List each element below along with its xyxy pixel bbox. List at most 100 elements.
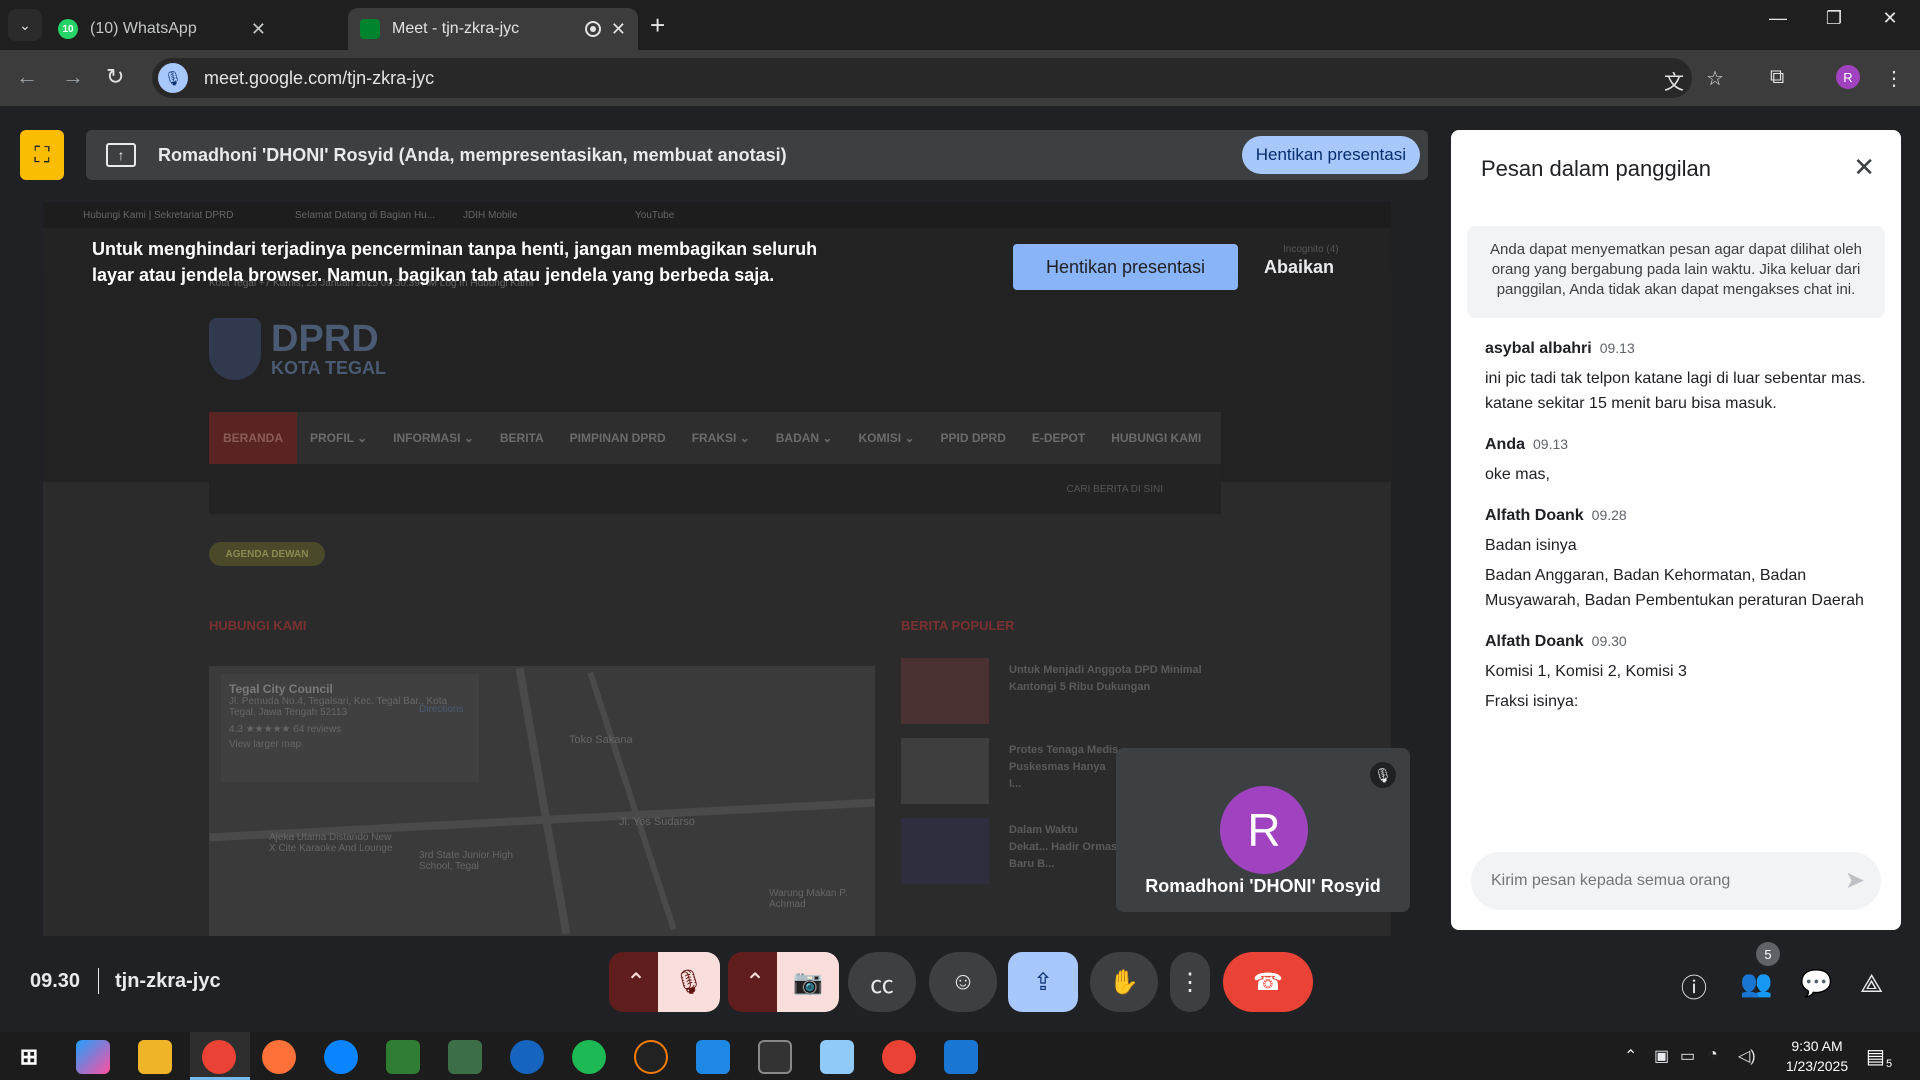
send-icon[interactable]: ➤ bbox=[1845, 866, 1865, 895]
message-text: Badan isinya bbox=[1485, 537, 1577, 554]
edge-icon[interactable] bbox=[324, 1040, 358, 1074]
popular-news-item: Untuk Menjadi Anggota DPD Minimal Kanton… bbox=[901, 658, 1221, 738]
emblem-icon bbox=[209, 318, 261, 380]
present-now-button[interactable]: ⇪ bbox=[1008, 952, 1078, 1012]
close-tab-icon[interactable]: ✕ bbox=[611, 19, 626, 40]
close-window-button[interactable]: ✕ bbox=[1870, 8, 1910, 29]
presentation-banner-text: Romadhoni 'DHONI' Rosyid (Anda, memprese… bbox=[158, 144, 787, 165]
copilot-icon[interactable] bbox=[76, 1040, 110, 1074]
message-text: Fraksi isinya: bbox=[1485, 693, 1579, 710]
self-video-tile[interactable]: R 🎙 Romadhoni 'DHONI' Rosyid bbox=[1116, 748, 1410, 912]
message-sender: asybal albahri bbox=[1485, 340, 1592, 357]
spreadsheet-app-icon[interactable] bbox=[386, 1040, 420, 1074]
stop-presenting-button[interactable]: Hentikan presentasi bbox=[1241, 136, 1420, 174]
translate-icon[interactable]: 文 bbox=[1664, 66, 1684, 95]
video-options-button[interactable]: ⌃ bbox=[728, 952, 782, 1012]
microphone-toggle-button[interactable]: 🎙 bbox=[658, 952, 720, 1012]
leave-call-button[interactable]: ☎ bbox=[1223, 952, 1313, 1012]
chat-panel: Pesan dalam panggilan ✕ Anda dapat menye… bbox=[1451, 130, 1901, 930]
reactions-button[interactable]: ☺ bbox=[929, 952, 997, 1012]
message-text: Badan Anggaran, Badan Kehormatan, Badan … bbox=[1485, 567, 1864, 609]
mic-muted-icon: 🎙 bbox=[1370, 762, 1396, 788]
captions-icon: ㏄ bbox=[870, 971, 894, 999]
restore-button[interactable]: ❐ bbox=[1814, 8, 1854, 29]
recording-icon bbox=[584, 21, 601, 37]
close-tab-icon[interactable]: ✕ bbox=[251, 19, 266, 40]
more-options-button[interactable]: ⋮ bbox=[1170, 952, 1210, 1012]
map-label: 3rd State Junior High School, Tegal bbox=[419, 850, 513, 872]
notes-app-icon[interactable] bbox=[820, 1040, 854, 1074]
chat-title: Pesan dalam panggilan bbox=[1481, 156, 1711, 181]
minimize-button[interactable]: — bbox=[1758, 8, 1798, 29]
spotify-icon[interactable] bbox=[572, 1040, 606, 1074]
profile-avatar[interactable]: R bbox=[1836, 65, 1860, 89]
app-icon[interactable] bbox=[634, 1040, 668, 1074]
file-explorer-icon[interactable] bbox=[138, 1040, 172, 1074]
close-icon[interactable]: ✕ bbox=[1853, 152, 1875, 183]
agenda-badge: AGENDA DEWAN bbox=[209, 542, 325, 566]
warning-stop-presenting-button[interactable]: Hentikan presentasi bbox=[1013, 244, 1238, 290]
extensions-icon[interactable]: ⧉ bbox=[1770, 66, 1784, 89]
chat-message: Anda 09.13 oke mas, bbox=[1485, 436, 1875, 487]
file-manager-icon[interactable] bbox=[448, 1040, 482, 1074]
raise-hand-button[interactable]: ✋ bbox=[1090, 952, 1158, 1012]
captions-button[interactable]: ㏄ bbox=[848, 952, 916, 1012]
chat-message-input[interactable] bbox=[1491, 868, 1811, 894]
address-bar[interactable]: 🎙 meet.google.com/tjn-zkra-jyc bbox=[152, 58, 1692, 98]
chevron-down-icon: ⌄ bbox=[19, 16, 31, 33]
meeting-controls: 09.30 tjn-zkra-jyc ⌃ 🎙 ⌃ 📷 ㏄ ☺ ⇪ ✋ ⋮ ☎ ⓘ… bbox=[0, 940, 1920, 1012]
reload-button[interactable]: ↻ bbox=[106, 64, 124, 90]
device-icon[interactable]: ▣ bbox=[1654, 1046, 1669, 1066]
rdp-app-icon[interactable] bbox=[696, 1040, 730, 1074]
menu-kebab-icon[interactable]: ⋮ bbox=[1884, 66, 1904, 91]
activities-icon[interactable]: ⟁ bbox=[1860, 968, 1883, 1000]
logo-subtitle: KOTA TEGAL bbox=[271, 357, 386, 378]
back-button[interactable]: ← bbox=[16, 64, 38, 90]
warning-ignore-button[interactable]: Abaikan bbox=[1264, 244, 1334, 290]
meeting-details-icon[interactable]: ⓘ bbox=[1681, 968, 1707, 1005]
mic-off-icon: 🎙 bbox=[673, 968, 705, 996]
camera-toggle-button[interactable]: 📷 bbox=[777, 952, 839, 1012]
message-sender: Alfath Doank bbox=[1485, 633, 1584, 650]
firefox-icon[interactable] bbox=[262, 1040, 296, 1074]
contact-heading: HUBUNGI KAMI bbox=[209, 618, 307, 633]
shared-tab: Selamat Datang di Bagian Hu... bbox=[295, 210, 436, 221]
bookmark-star-icon[interactable]: ☆ bbox=[1706, 66, 1724, 91]
new-tab-button[interactable]: + bbox=[650, 10, 665, 41]
phone-hangup-icon: ☎ bbox=[1253, 968, 1283, 996]
tab-whatsapp[interactable]: 10 (10) WhatsApp ✕ bbox=[46, 8, 278, 50]
maps-icon[interactable] bbox=[510, 1040, 544, 1074]
tab-meet[interactable]: Meet - tjn-zkra-jyc ✕ bbox=[348, 8, 638, 50]
notification-icon[interactable]: ▤ bbox=[1866, 1044, 1885, 1069]
audio-options-button[interactable]: ⌃ bbox=[609, 952, 663, 1012]
map-road bbox=[515, 667, 571, 935]
microphone-icon[interactable]: 🎙 bbox=[158, 63, 188, 93]
terminal-icon[interactable] bbox=[758, 1040, 792, 1074]
layers-app-icon[interactable] bbox=[944, 1040, 978, 1074]
chrome-icon[interactable] bbox=[202, 1040, 236, 1074]
system-clock[interactable]: 9:30 AM 1/23/2025 bbox=[1772, 1036, 1862, 1076]
chevron-up-icon[interactable]: ⌃ bbox=[1624, 1046, 1637, 1066]
google-meet-icon bbox=[360, 19, 380, 39]
message-text: oke mas, bbox=[1485, 466, 1550, 483]
volume-icon[interactable]: ◁) bbox=[1738, 1046, 1756, 1066]
news-thumbnail bbox=[901, 658, 989, 724]
people-icon[interactable]: 👥 bbox=[1740, 968, 1772, 999]
news-title: Dalam Waktu Dekat... Hadir Ormas Baru B.… bbox=[1009, 824, 1118, 870]
nav-item: PPID DPRD bbox=[940, 431, 1006, 445]
windows-start-icon[interactable]: ⊞ bbox=[12, 1040, 46, 1074]
chrome-icon[interactable] bbox=[882, 1040, 916, 1074]
wifi-icon[interactable]: ◔ bbox=[1708, 1046, 1718, 1064]
tab-search-button[interactable]: ⌄ bbox=[8, 9, 42, 41]
map-card-title: Tegal City Council bbox=[229, 682, 333, 696]
news-thumbnail bbox=[901, 738, 989, 804]
mirroring-warning-text: Untuk menghindari terjadinya pencerminan… bbox=[92, 239, 818, 285]
forward-button[interactable]: → bbox=[62, 64, 84, 90]
chat-messages: asybal albahri 09.13 ini pic tadi tak tel… bbox=[1485, 340, 1875, 734]
chat-icon[interactable]: 💬 bbox=[1800, 968, 1832, 999]
battery-icon[interactable]: ▭ bbox=[1680, 1046, 1695, 1066]
map-label: Warung Makan P. Achmad bbox=[769, 888, 848, 910]
chevron-up-icon: ⌃ bbox=[744, 968, 766, 996]
nav-item: BADAN ⌄ bbox=[775, 431, 833, 445]
embedded-map: Tegal City Council Jl. Pemuda No.4, Tega… bbox=[209, 666, 875, 936]
